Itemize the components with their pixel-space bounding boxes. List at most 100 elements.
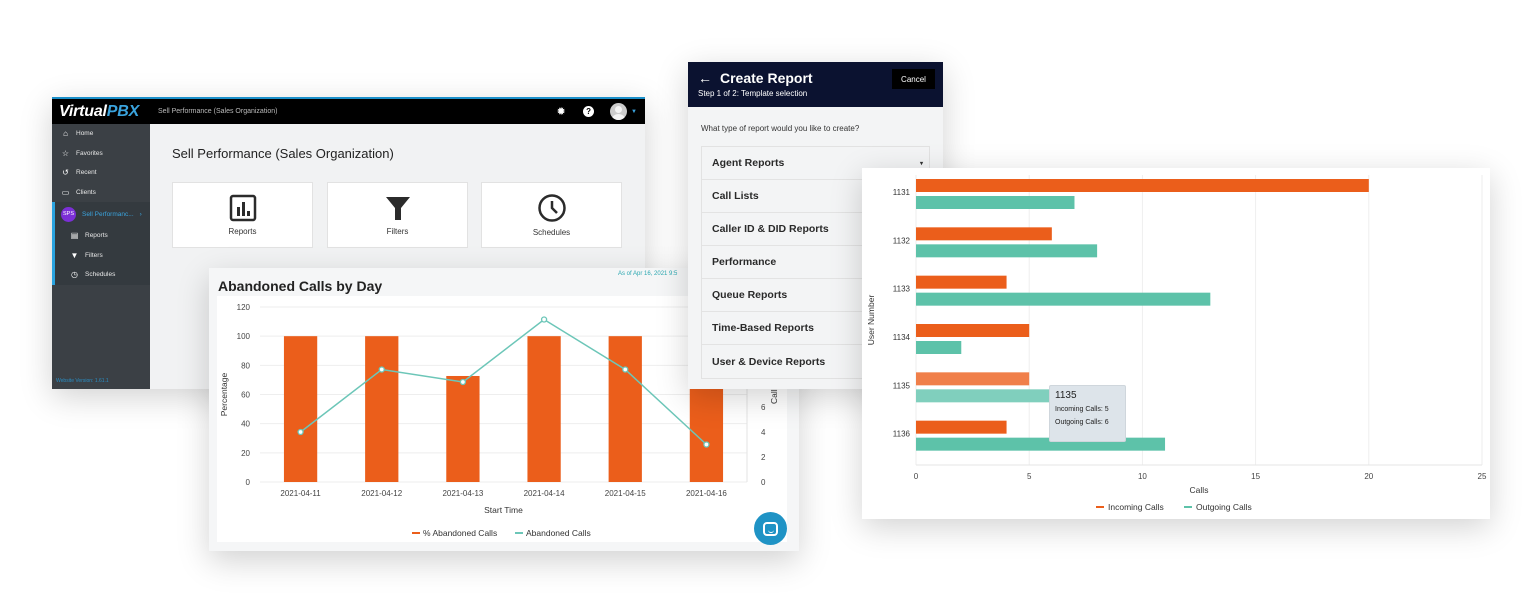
sidebar-item-recent[interactable]: ↺ Recent: [52, 163, 150, 183]
option-label: Performance: [712, 256, 777, 268]
tile-label: Filters: [386, 227, 409, 236]
bar-outgoing: [916, 389, 1052, 403]
bar-outgoing: [916, 341, 962, 354]
y-tick-label: 20: [241, 449, 250, 458]
logo-text: Virtual: [59, 102, 107, 120]
sidebar-item-label: Schedules: [85, 271, 116, 279]
option-label: Call Lists: [712, 190, 759, 202]
chat-button[interactable]: [754, 512, 787, 545]
create-report-header: ← Create Report Step 1 of 2: Template sel…: [688, 62, 943, 107]
bar-incoming: [916, 275, 1007, 289]
step-subtitle: Step 1 of 2: Template selection: [698, 89, 808, 98]
y-axis-label: User Number: [866, 295, 876, 346]
bar: [527, 336, 561, 482]
chevron-right-icon: ›: [139, 210, 142, 218]
y-tick-label: 100: [237, 332, 251, 341]
sidebar-item-home[interactable]: ⌂ Home: [52, 124, 150, 144]
sidebar-item-label: Clients: [76, 188, 96, 196]
tile-schedules[interactable]: Schedules: [481, 182, 622, 248]
report-type-question: What type of report would you like to cr…: [701, 124, 860, 133]
x-axis-label: Calls: [1190, 485, 1209, 495]
logo[interactable]: VirtualPBX: [52, 103, 150, 121]
sidebar-item-clients[interactable]: ▭ Clients: [52, 183, 150, 203]
calls-by-user-card: 0 5 10 15 20 25 1131 1132 1133 1134 1135 1136 User N…: [862, 168, 1490, 519]
option-label: Agent Reports: [712, 157, 785, 169]
tooltip-title: 1135: [1055, 390, 1077, 401]
x-tick-label: 2021-04-11: [280, 489, 321, 498]
x-tick-label: 2021-04-16: [686, 489, 727, 498]
clock-icon: ◷: [71, 270, 78, 280]
bar-outgoing: [916, 196, 1075, 209]
line-point: [703, 441, 710, 448]
x-tick-label: 25: [1478, 472, 1487, 481]
bar: [446, 375, 480, 482]
filter-icon: ▼: [70, 250, 79, 260]
y2-tick-label: 6: [761, 403, 766, 412]
back-arrow-icon[interactable]: ←: [698, 70, 712, 86]
legend-label: % Abandoned Calls: [423, 528, 497, 538]
bar-incoming: [916, 179, 1369, 192]
bar: [365, 336, 399, 482]
help-icon[interactable]: ?: [583, 106, 595, 117]
y-tick-label: 1132: [893, 236, 911, 245]
y-tick-label: 1134: [893, 333, 911, 342]
line-point: [622, 366, 629, 373]
x-axis-label: Start Time: [484, 505, 523, 515]
sidebar-item-label: Favorites: [76, 149, 103, 157]
tooltip-outgoing: Outgoing Calls: 6: [1055, 419, 1109, 426]
sidebar-item-reports[interactable]: ▤ Reports: [55, 226, 150, 246]
clock-icon: [537, 194, 566, 222]
cancel-button[interactable]: Cancel: [892, 69, 935, 89]
chart-tooltip: 1135 Incoming Calls: 5 Outgoing Calls: 6: [1049, 385, 1126, 442]
calls-by-user-chart: 0 5 10 15 20 25 1131 1132 1133 1134 1135 1136 User N…: [866, 175, 1487, 512]
bar-incoming: [916, 372, 1030, 386]
sidebar: ⌂ Home ☆ Favorites ↺ Recent ▭ Clients SPS Se…: [52, 124, 150, 389]
sidebar-item-label: Filters: [85, 251, 103, 259]
logo-accent: PBX: [106, 102, 140, 120]
panel-title: Create Report: [720, 70, 813, 86]
y2-tick-label: 4: [761, 428, 766, 437]
gear-icon[interactable]: ✹: [555, 105, 567, 118]
y-tick-label: 80: [241, 361, 250, 370]
sidebar-item-label: Recent: [76, 169, 97, 177]
top-title: Sell Performance (Sales Organization): [158, 108, 278, 115]
tile-filters[interactable]: Filters: [327, 182, 468, 248]
sidebar-item-sell-performance[interactable]: SPS Sell Performanc... ›: [55, 202, 150, 226]
bar-chart-icon: [229, 194, 256, 222]
bar-outgoing: [916, 437, 1166, 451]
org-badge: SPS: [61, 206, 76, 222]
bar: [608, 336, 642, 482]
y-tick-label: 120: [237, 303, 251, 312]
chat-icon: [763, 521, 778, 536]
y-tick-label: 60: [241, 391, 250, 400]
y2-tick-label: 0: [761, 478, 766, 487]
x-tick-label: 20: [1364, 472, 1373, 481]
caret-down-icon[interactable]: ▼: [631, 109, 637, 115]
tile-reports[interactable]: Reports: [172, 182, 313, 248]
version-text: Website Version: 1.61.1: [56, 378, 109, 384]
as-of-timestamp: As of Apr 16, 2021 9:5: [618, 271, 678, 277]
line-point: [540, 316, 548, 323]
sidebar-group: SPS Sell Performanc... › ▤ Reports ▼ Filte…: [52, 202, 150, 285]
x-tick-label: 2021-04-12: [361, 489, 402, 498]
sidebar-item-schedules[interactable]: ◷ Schedules: [55, 265, 150, 285]
sidebar-item-label: Sell Performanc...: [82, 210, 134, 218]
report-icon: ▤: [70, 231, 79, 241]
chart-title: Abandoned Calls by Day: [218, 278, 383, 294]
option-label: User & Device Reports: [712, 355, 826, 368]
y-tick-label: 0: [246, 478, 251, 487]
sidebar-item-label: Home: [76, 130, 94, 138]
avatar[interactable]: [610, 103, 628, 120]
legend-label: Incoming Calls: [1108, 502, 1164, 512]
bar-outgoing: [916, 244, 1098, 258]
dropdown-arrow-icon: ▾: [919, 160, 923, 167]
sidebar-item-favorites[interactable]: ☆ Favorites: [52, 144, 150, 164]
x-tick-label: 0: [914, 472, 919, 481]
sidebar-item-filters[interactable]: ▼ Filters: [55, 246, 150, 266]
x-tick-label: 2021-04-15: [605, 489, 646, 498]
legend-label: Abandoned Calls: [526, 528, 591, 538]
x-tick-label: 5: [1027, 472, 1032, 481]
y-tick-label: 1131: [893, 188, 911, 197]
y2-tick-label: 2: [761, 453, 766, 462]
line-point: [378, 366, 385, 373]
